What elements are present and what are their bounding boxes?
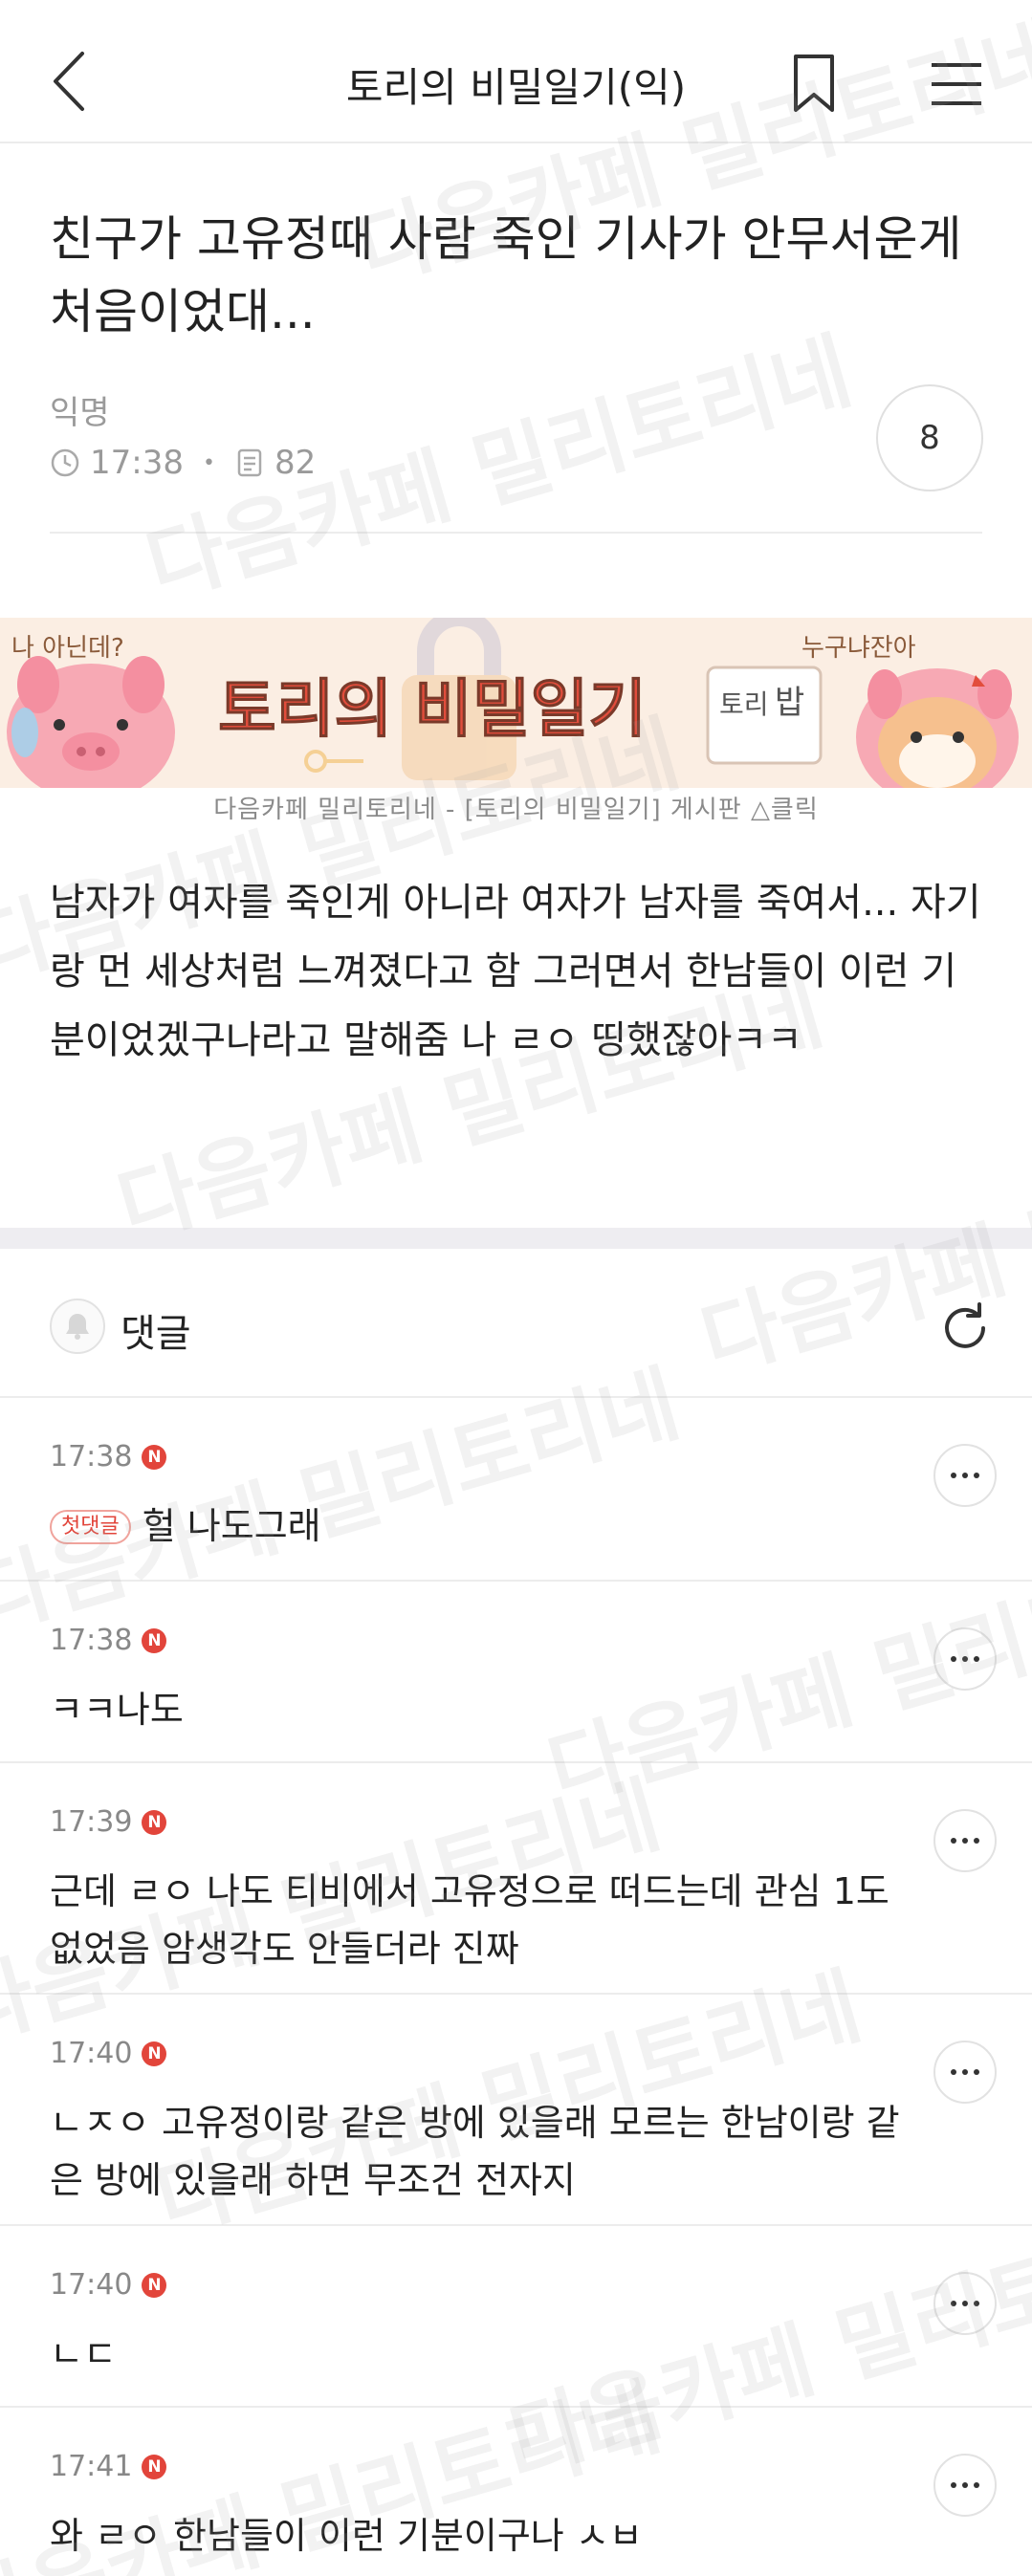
comment-meta: 17:40 N bbox=[50, 2037, 167, 2070]
comment-time: 17:41 bbox=[50, 2450, 133, 2483]
comment-item: 17:41 N 와 ㄹㅇ 한남들이 이런 기분이구나 ㅅㅂ bbox=[0, 2408, 1032, 2576]
new-badge: N bbox=[142, 2454, 167, 2479]
comment-time: 17:38 bbox=[50, 1624, 133, 1657]
post-time: 17:38 bbox=[90, 444, 184, 482]
comment-text: ㅋㅋ나도 bbox=[50, 1689, 184, 1731]
new-badge: N bbox=[142, 2041, 167, 2066]
banner-stamp-bottom: 밥 bbox=[775, 684, 804, 722]
comment-meta: 17:40 N bbox=[50, 2268, 167, 2302]
hamburger-menu-icon[interactable] bbox=[928, 59, 985, 109]
document-icon bbox=[237, 448, 262, 477]
back-arrow-icon[interactable] bbox=[46, 48, 94, 115]
comment-text-row: 첫댓글 헐 나도그래 bbox=[50, 1497, 911, 1555]
pig-illustration-left bbox=[7, 656, 175, 788]
bell-icon[interactable] bbox=[50, 1299, 105, 1354]
clock-icon bbox=[51, 448, 79, 477]
divider bbox=[50, 532, 982, 534]
post-meta: 17:38 • 82 bbox=[50, 442, 316, 484]
comment-item: 17:38 N ㅋㅋ나도 bbox=[0, 1582, 1032, 1763]
comment-text: 헐 나도그래 bbox=[142, 1505, 321, 1547]
comment-time: 17:39 bbox=[50, 1805, 133, 1839]
comment-time: 17:40 bbox=[50, 2037, 133, 2070]
comment-text: ㄴㄷ bbox=[50, 2333, 117, 2375]
more-options-icon[interactable] bbox=[933, 1444, 997, 1507]
comments-label: 댓글 bbox=[121, 1312, 191, 1356]
banner-stamp-top: 토리 bbox=[719, 688, 769, 720]
banner-left-bubble: 나 아닌데? bbox=[11, 634, 124, 663]
more-options-icon[interactable] bbox=[933, 2454, 997, 2517]
new-badge: N bbox=[142, 1627, 167, 1653]
comment-item: 17:40 N ㄴㅈㅇ 고유정이랑 같은 방에 있을래 모르는 한남이랑 같은 … bbox=[0, 1995, 1032, 2226]
more-options-icon[interactable] bbox=[933, 2041, 997, 2104]
comment-item: 17:38 N 첫댓글 헐 나도그래 bbox=[0, 1398, 1032, 1582]
cat-illustration-right bbox=[856, 668, 1019, 788]
banner-right-bubble: 누구냐잔아 bbox=[801, 634, 916, 663]
board-title: 토리의 비밀일기(익) bbox=[345, 64, 687, 111]
post-body: 남자가 여자를 죽인게 아니라 여자가 남자를 죽여서... 자기랑 먼 세상처… bbox=[50, 881, 981, 1062]
new-badge: N bbox=[142, 1809, 167, 1835]
post-view-count: 82 bbox=[274, 444, 317, 482]
new-badge: N bbox=[142, 2272, 167, 2298]
top-navigation-bar: 토리의 비밀일기(익) bbox=[0, 0, 1032, 143]
comment-time: 17:40 bbox=[50, 2268, 133, 2302]
comment-meta: 17:39 N bbox=[50, 1805, 167, 1839]
post-author[interactable]: 익명 bbox=[50, 386, 110, 433]
comment-meta: 17:38 N bbox=[50, 1624, 167, 1657]
more-options-icon[interactable] bbox=[933, 1809, 997, 1872]
first-comment-badge: 첫댓글 bbox=[50, 1510, 131, 1544]
comment-text: ㄴㅈㅇ 고유정이랑 같은 방에 있을래 모르는 한남이랑 같은 방에 있을래 하… bbox=[50, 2102, 900, 2201]
board-banner[interactable]: 나 아닌데? 토리의 비밀일기 토리 밥 누구냐잔아 bbox=[0, 618, 1032, 788]
more-options-icon[interactable] bbox=[933, 2272, 997, 2335]
comment-text: 근데 ㄹㅇ 나도 티비에서 고유정으로 떠드는데 관심 1도 없었음 암생각도 … bbox=[50, 1870, 889, 1970]
comment-meta: 17:38 N bbox=[50, 1440, 167, 1474]
comment-item: 17:39 N 근데 ㄹㅇ 나도 티비에서 고유정으로 떠드는데 관심 1도 없… bbox=[0, 1763, 1032, 1995]
comment-item: 17:40 N ㄴㄷ bbox=[0, 2226, 1032, 2408]
comment-text: 와 ㄹㅇ 한남들이 이런 기분이구나 ㅅㅂ bbox=[50, 2515, 643, 2557]
refresh-icon[interactable] bbox=[937, 1300, 993, 1356]
post-title: 친구가 고유정때 사람 죽인 기사가 안무서운게 처음이었대... bbox=[50, 211, 962, 339]
bookmark-icon[interactable] bbox=[790, 53, 838, 114]
comment-meta: 17:41 N bbox=[50, 2450, 167, 2483]
new-badge: N bbox=[142, 1444, 167, 1470]
comment-time: 17:38 bbox=[50, 1440, 133, 1474]
section-separator bbox=[0, 1228, 1032, 1249]
meta-separator: • bbox=[202, 450, 215, 475]
comment-count-button[interactable]: 8 bbox=[876, 384, 983, 491]
more-options-icon[interactable] bbox=[933, 1627, 997, 1691]
comments-header: 댓글 bbox=[0, 1249, 1032, 1398]
banner-caption-link[interactable]: 다음카페 밀리토리네 - [토리의 비밀일기] 게시판 △클릭 bbox=[0, 790, 1032, 825]
banner-title: 토리의 비밀일기 bbox=[218, 672, 647, 746]
